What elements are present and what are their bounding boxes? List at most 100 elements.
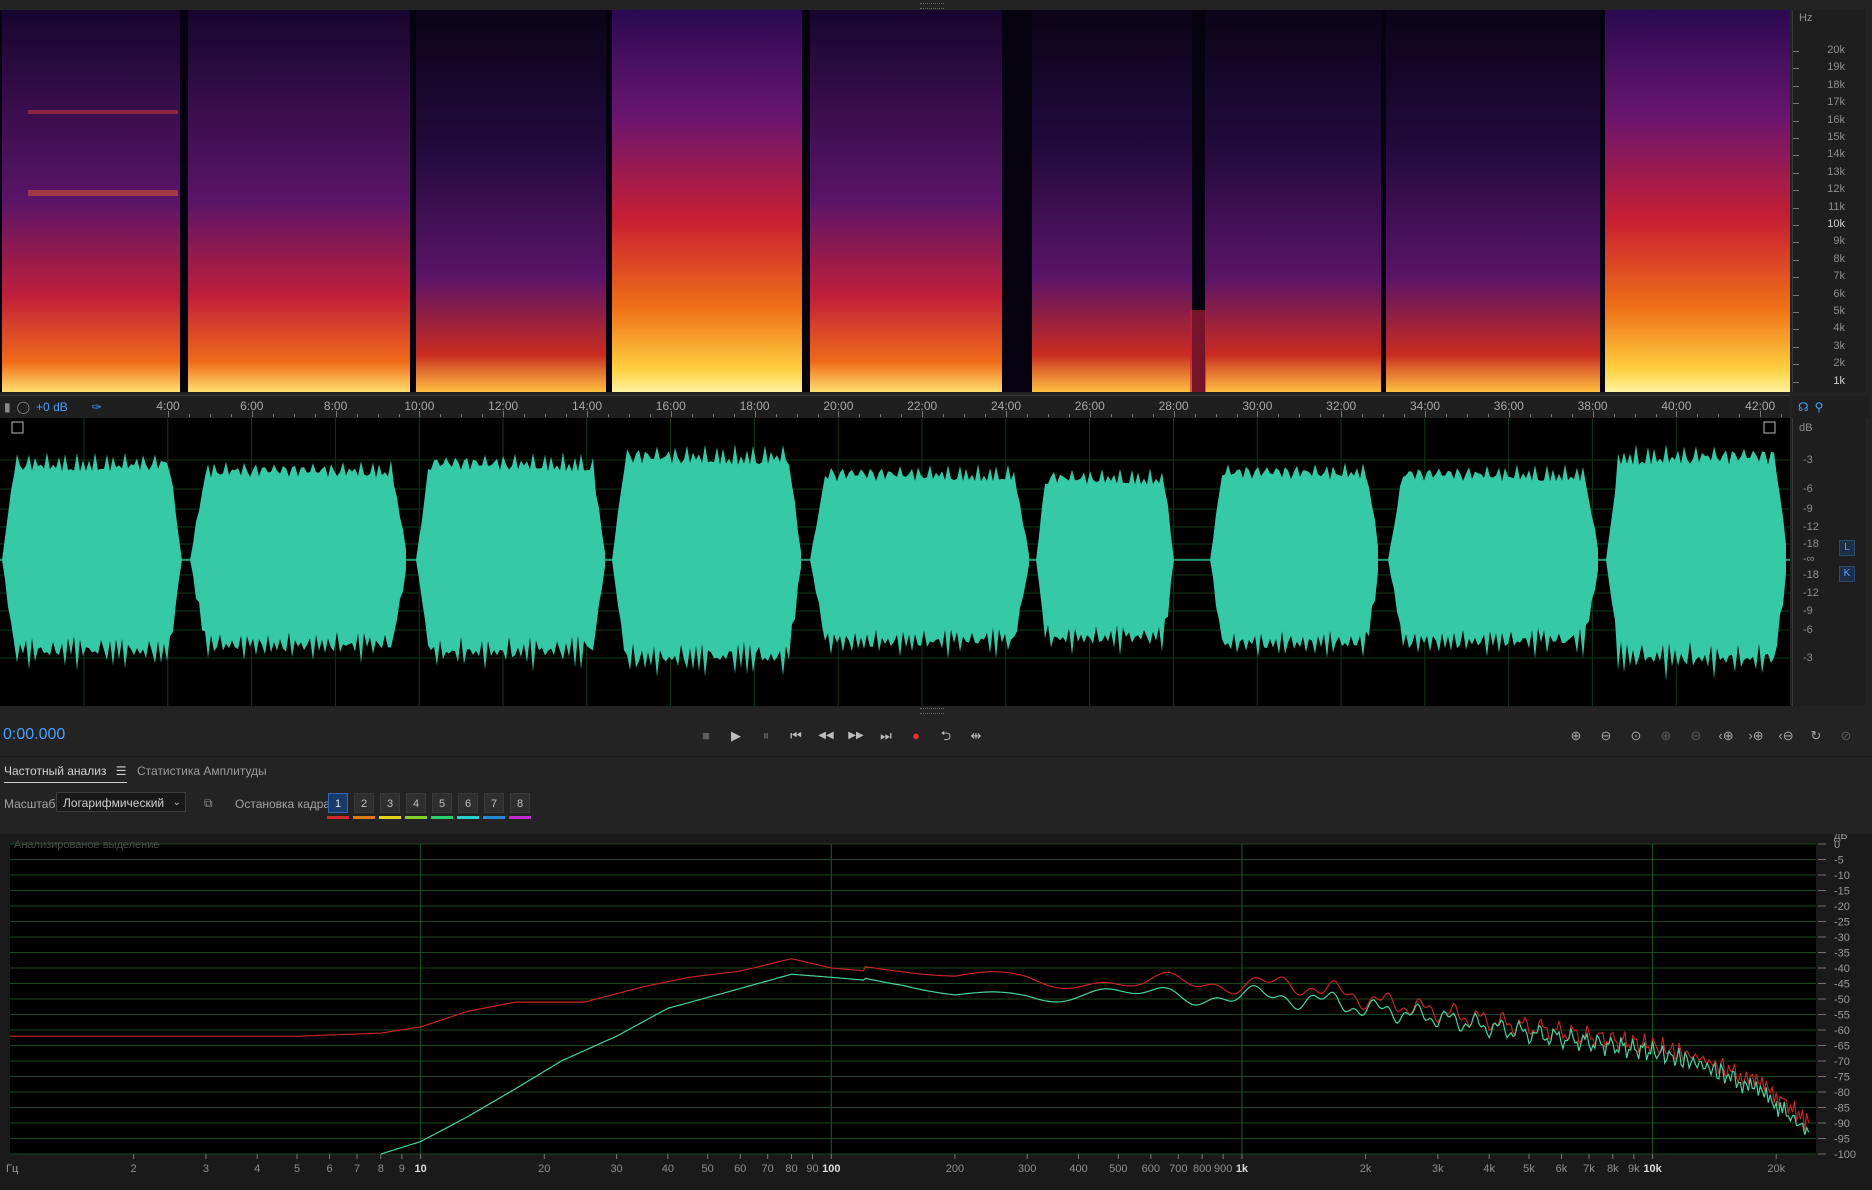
- frequency-tick: [1793, 259, 1799, 261]
- freeze-frame-button-3[interactable]: 3: [380, 793, 400, 813]
- freeze-frame-color-4: [405, 816, 427, 819]
- record-button[interactable]: ●: [905, 726, 927, 746]
- zoom-out-amplitude-icon[interactable]: ⊖: [1594, 726, 1618, 746]
- panel-resize-grip[interactable]: [920, 3, 944, 9]
- time-tick: [482, 414, 484, 417]
- chart-title: Анализированое выделение: [14, 839, 160, 851]
- panel-menu-icon[interactable]: ☰: [116, 764, 127, 778]
- zoom-full-icon[interactable]: ↻: [1804, 726, 1828, 746]
- frequency-tick: [1793, 207, 1799, 209]
- x-tick-label: 10: [415, 1163, 427, 1175]
- channel-right-button[interactable]: K: [1839, 566, 1855, 582]
- time-tick: [629, 414, 630, 417]
- skip-selection-button[interactable]: ⇹: [965, 726, 987, 746]
- frequency-tick: [1793, 190, 1799, 192]
- scale-label: Масштаб:: [4, 797, 59, 811]
- copy-icon[interactable]: ⧉: [204, 796, 213, 811]
- time-tick: [1278, 414, 1280, 417]
- fade-in-handle-icon[interactable]: [11, 421, 24, 434]
- x-tick-label: 4: [254, 1163, 260, 1175]
- freeze-frame-label: Остановка кадра:: [235, 797, 334, 811]
- freeze-frame-button-7[interactable]: 7: [484, 793, 504, 813]
- y-tick-label: -40: [1834, 963, 1850, 975]
- spectrogram-display[interactable]: [0, 10, 1790, 392]
- x-tick-label: 20: [538, 1163, 550, 1175]
- time-tick: [1236, 414, 1238, 417]
- fade-out-handle-icon[interactable]: [1763, 421, 1776, 434]
- tab-amplitude-statistics[interactable]: Статистика Амплитуды: [137, 764, 267, 778]
- go-to-end-button[interactable]: ⏭: [875, 726, 897, 746]
- gain-knob-icon[interactable]: ◯: [17, 400, 30, 414]
- y-tick-label: -35: [1834, 948, 1850, 960]
- time-tick: [901, 414, 903, 417]
- headphones-icon[interactable]: ☊: [1798, 400, 1809, 414]
- freeze-frame-color-6: [457, 816, 479, 819]
- time-tick: [943, 414, 945, 417]
- zoom-reset-icon[interactable]: ⊙: [1624, 726, 1648, 746]
- stop-button[interactable]: ■: [695, 726, 717, 746]
- gain-readout[interactable]: +0 dB: [36, 400, 68, 414]
- time-tick: [1173, 411, 1175, 417]
- time-tick: [1404, 414, 1406, 417]
- chevron-down-icon: ⌄: [172, 797, 181, 808]
- freeze-frame-button-4[interactable]: 4: [406, 793, 426, 813]
- pause-button[interactable]: ⏸: [755, 726, 777, 746]
- time-tick: [1697, 414, 1699, 417]
- go-to-start-button[interactable]: ⏮: [785, 726, 807, 746]
- frequency-tick-label: 8k: [1833, 252, 1845, 265]
- y-tick-label: -90: [1834, 1118, 1850, 1130]
- freeze-frame-button-1[interactable]: 1: [328, 793, 348, 813]
- y-tick-label: -85: [1834, 1103, 1850, 1115]
- y-axis-label: дБ: [1834, 834, 1848, 842]
- zoom-in-left-icon[interactable]: ‹⊕: [1714, 726, 1738, 746]
- frequency-tick-label: 5k: [1833, 305, 1845, 317]
- freeze-frame-button-2[interactable]: 2: [354, 793, 374, 813]
- freeze-frame-button-5[interactable]: 5: [432, 793, 452, 813]
- channel-left-button[interactable]: L: [1839, 540, 1855, 556]
- time-tick: [1383, 414, 1385, 417]
- time-ruler[interactable]: 4:00 6:00 8:00 10:00 12:00 14:00 16:00 18:00 20:…: [0, 395, 1825, 418]
- frequency-tick-label: 13k: [1827, 165, 1845, 178]
- zoom-in-amplitude-icon[interactable]: ⊕: [1564, 726, 1588, 746]
- marker-pin-icon[interactable]: ⚲: [1815, 400, 1824, 414]
- frequency-tick: [1793, 155, 1799, 157]
- tab-frequency-analysis[interactable]: Частотный анализ ☰: [4, 764, 127, 783]
- zoom-out-time-icon[interactable]: ‹⊖: [1774, 726, 1798, 746]
- time-tick: [440, 414, 442, 417]
- frequency-analysis-chart: 0 -5 -10 -15 -20 -25 -30 -35 -40 -45 -50 -55 -60 -65-…: [0, 834, 1872, 1190]
- frequency-tick: [1793, 294, 1799, 296]
- time-tick: [356, 414, 358, 417]
- rewind-button[interactable]: ◀◀: [815, 726, 837, 746]
- freeze-frame-button-8[interactable]: 8: [510, 793, 530, 813]
- zoom-in-selection-icon[interactable]: ⊕: [1654, 726, 1678, 746]
- time-tick: [1362, 414, 1364, 417]
- time-tick: [545, 414, 547, 417]
- frequency-tick: [1793, 68, 1799, 70]
- zoom-tool-icon[interactable]: ⊘: [1834, 726, 1858, 746]
- panel-resize-grip[interactable]: [920, 708, 944, 714]
- freeze-frame-color-7: [483, 816, 505, 819]
- time-tick: [733, 414, 735, 417]
- scale-select[interactable]: Логарифмический ⌄: [56, 792, 186, 812]
- zoom-out-selection-icon[interactable]: ⊖: [1684, 726, 1708, 746]
- time-tick: [670, 411, 672, 417]
- waveform-segment: [190, 460, 406, 664]
- y-tick-label: -50: [1834, 994, 1850, 1006]
- amplitude-tick-label: -9: [1803, 605, 1813, 617]
- loop-button[interactable]: ⮌: [935, 726, 957, 746]
- waveform-segment: [1606, 444, 1786, 681]
- frequency-tick: [1793, 51, 1799, 52]
- timecode-display[interactable]: 0:00.000: [3, 726, 65, 744]
- y-tick-label: -60: [1834, 1025, 1850, 1037]
- fast-forward-button[interactable]: ▶▶: [845, 726, 867, 746]
- frequency-tick: [1793, 242, 1799, 244]
- time-tick: [1718, 414, 1720, 417]
- zoom-in-time-icon[interactable]: ›⊕: [1744, 726, 1768, 746]
- waveform-display[interactable]: [0, 418, 1790, 706]
- freeze-frame-button-6[interactable]: 6: [458, 793, 478, 813]
- time-tick: [419, 411, 421, 417]
- time-tick: [1215, 414, 1217, 417]
- play-button[interactable]: ▶: [725, 726, 747, 746]
- pin-icon[interactable]: ✑: [92, 400, 102, 414]
- timeline-tools: ▮ ◯ +0 dB ✑: [0, 396, 102, 418]
